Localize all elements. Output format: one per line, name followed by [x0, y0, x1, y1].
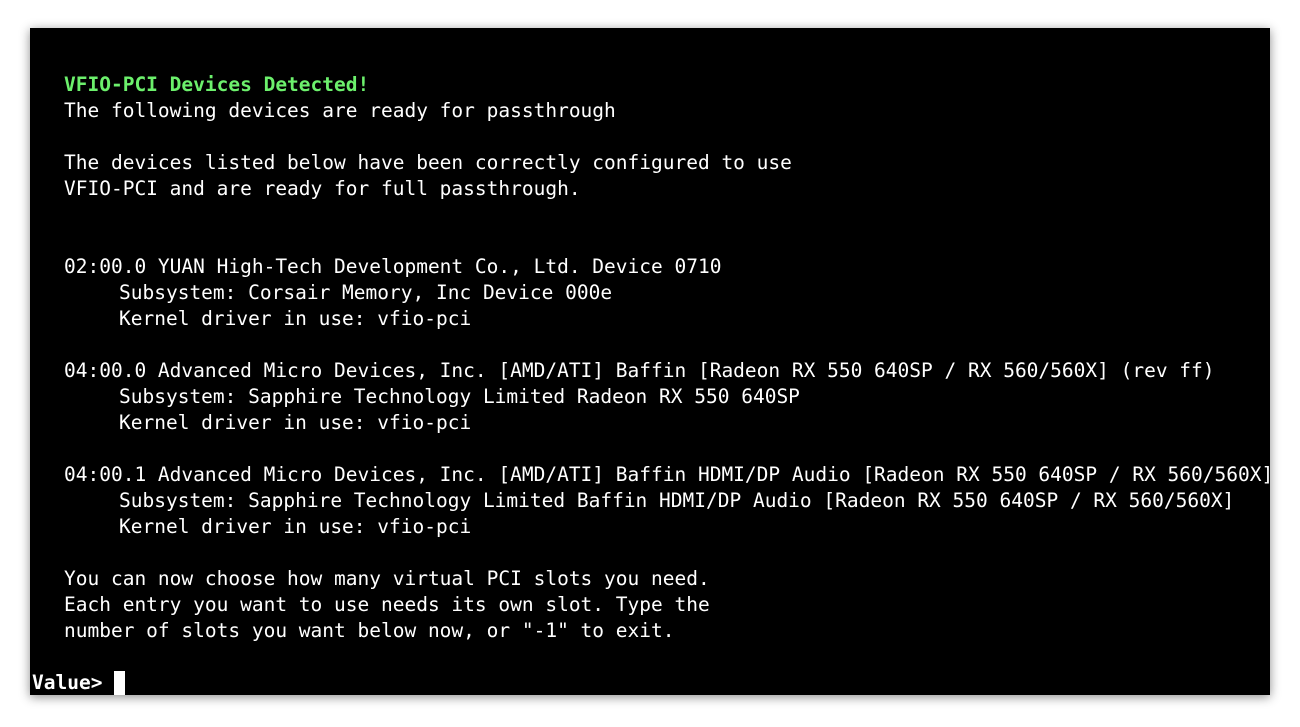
prompt-label: Value>: [32, 671, 103, 694]
device-line: 04:00.1 Advanced Micro Devices, Inc. [AM…: [64, 463, 1270, 486]
device-line: 04:00.0 Advanced Micro Devices, Inc. [AM…: [64, 359, 1215, 382]
device-driver: Kernel driver in use: vfio-pci: [119, 515, 472, 538]
terminal-window[interactable]: VFIO-PCI Devices Detected! The following…: [30, 28, 1270, 695]
instruction-line: Each entry you want to use needs its own…: [64, 593, 710, 616]
input-prompt[interactable]: Value>: [32, 670, 126, 695]
instruction-line: number of slots you want below now, or "…: [64, 619, 675, 642]
device-driver: Kernel driver in use: vfio-pci: [119, 307, 472, 330]
subtitle-line: The following devices are ready for pass…: [64, 99, 616, 122]
text-cursor: [114, 670, 126, 695]
device-subsystem: Subsystem: Corsair Memory, Inc Device 00…: [119, 281, 613, 304]
intro-line: VFIO-PCI and are ready for full passthro…: [64, 177, 581, 200]
device-subsystem: Subsystem: Sapphire Technology Limited B…: [119, 489, 1235, 512]
intro-line: The devices listed below have been corre…: [64, 151, 792, 174]
device-line: 02:00.0 YUAN High-Tech Development Co., …: [64, 255, 722, 278]
device-subsystem: Subsystem: Sapphire Technology Limited R…: [119, 385, 800, 408]
instruction-line: You can now choose how many virtual PCI …: [64, 567, 710, 590]
device-driver: Kernel driver in use: vfio-pci: [119, 411, 472, 434]
title-line: VFIO-PCI Devices Detected!: [64, 73, 370, 96]
